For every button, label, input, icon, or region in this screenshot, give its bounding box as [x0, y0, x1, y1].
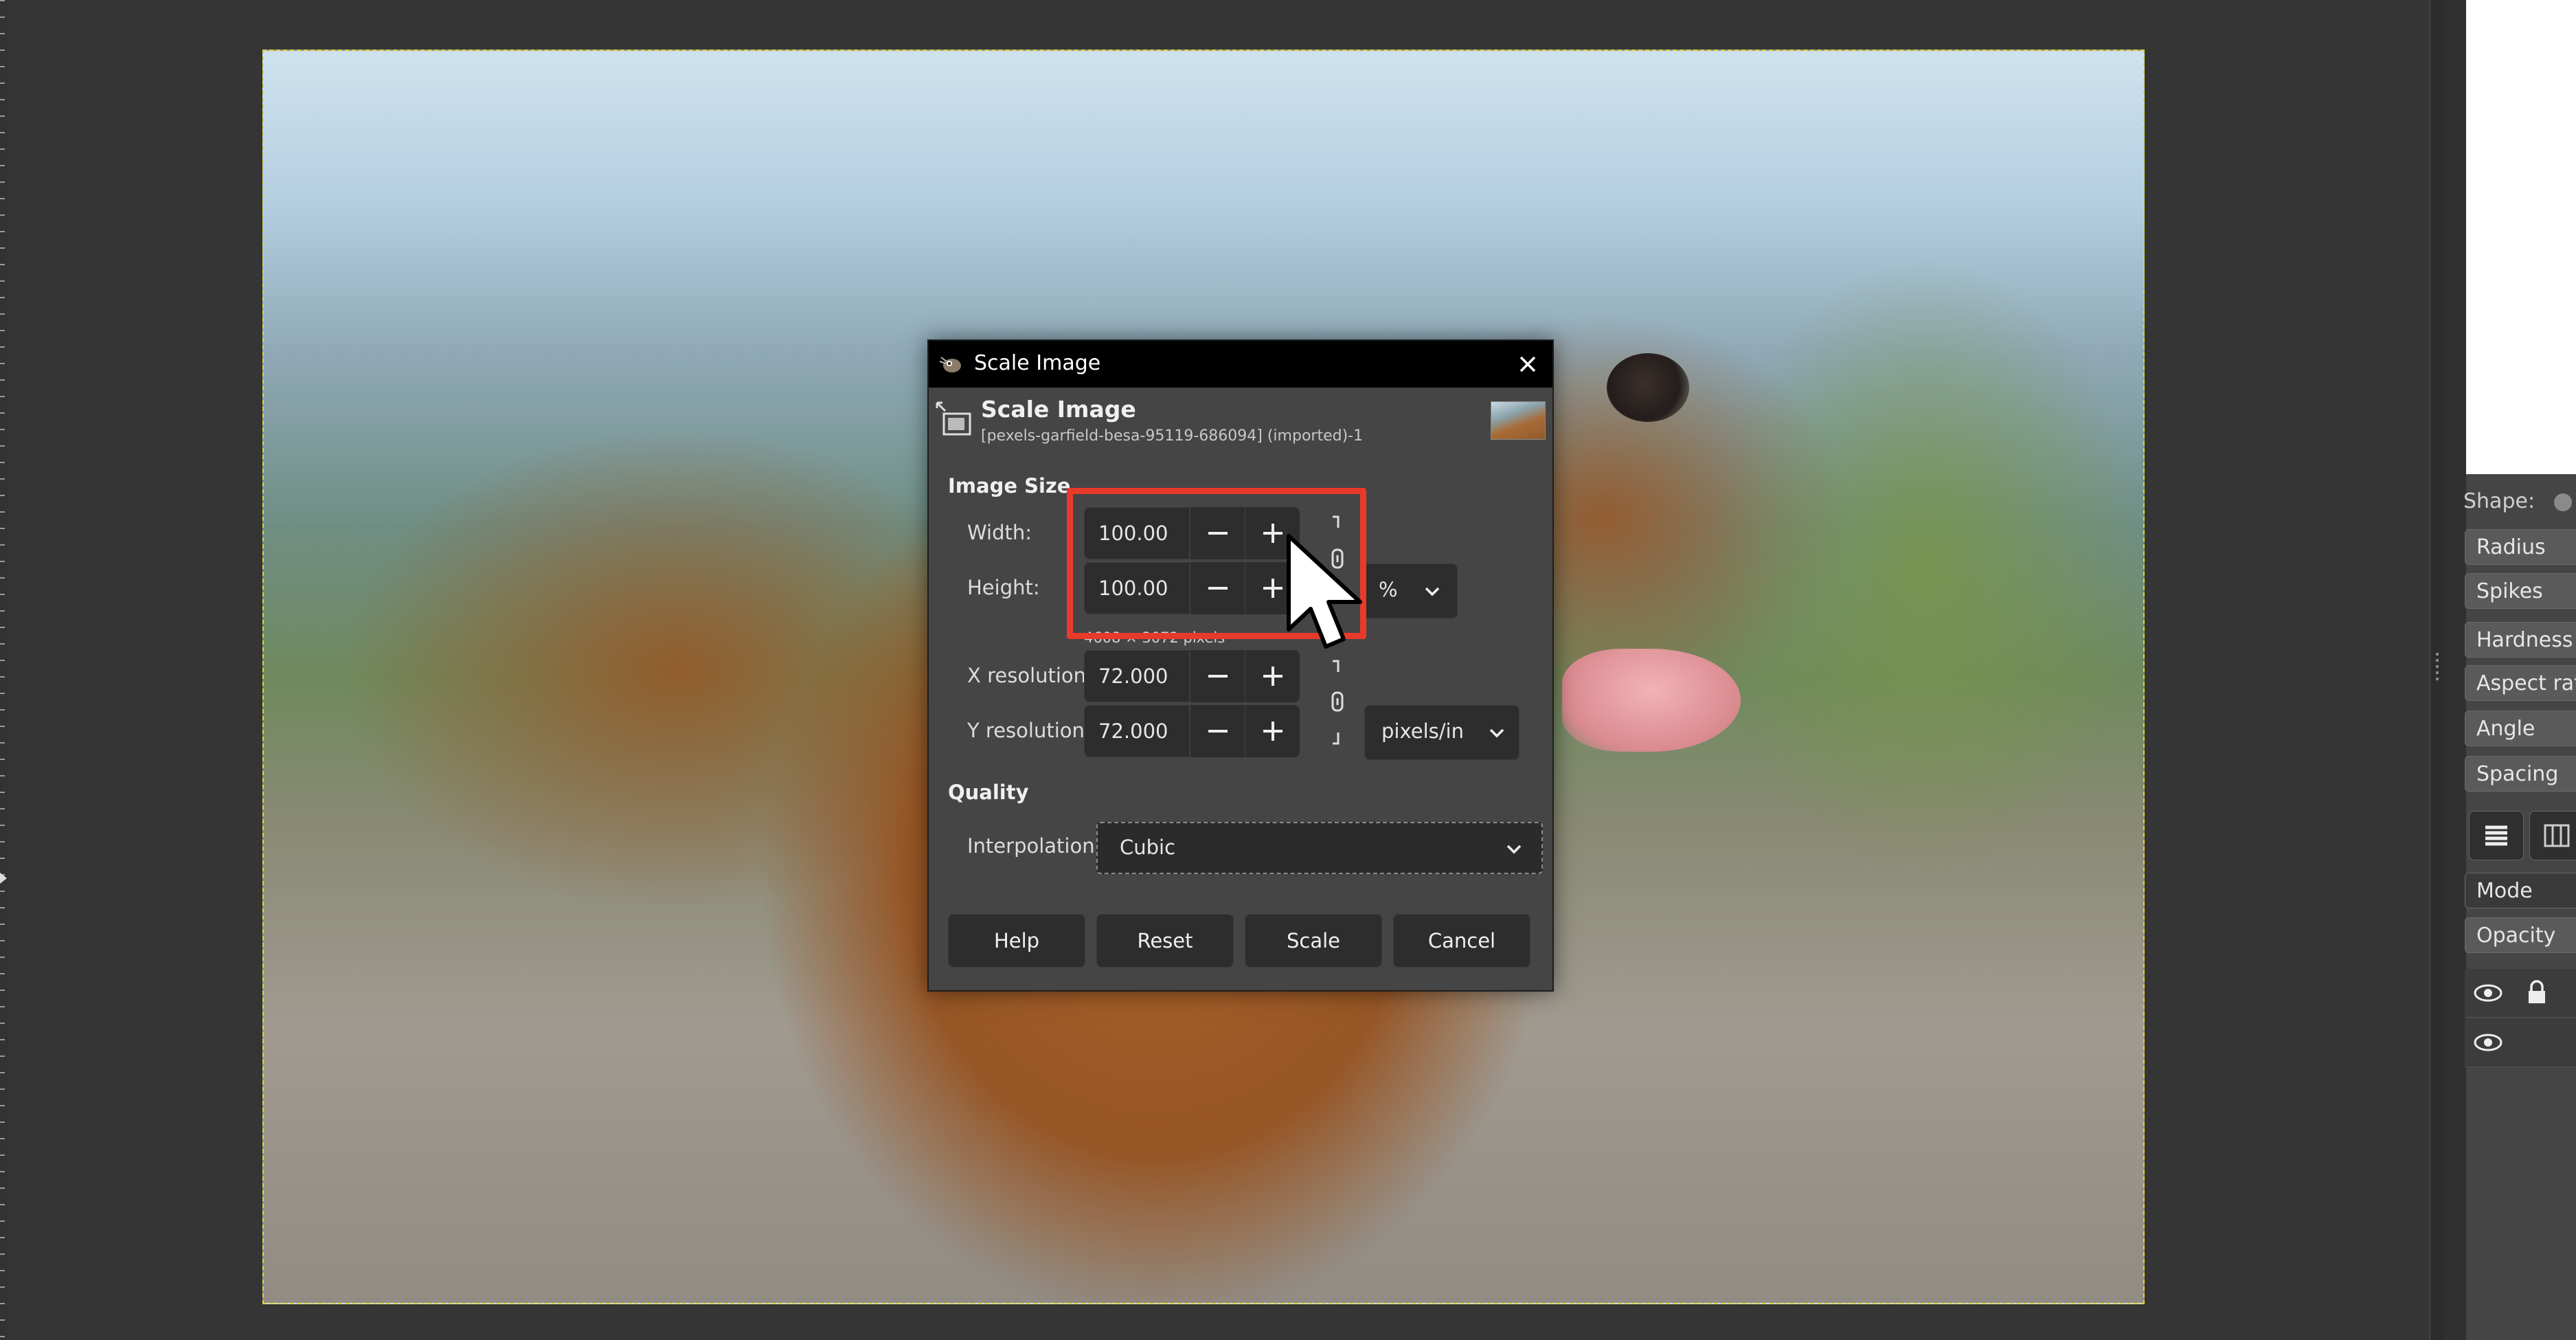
image-size-heading: Image Size: [948, 474, 1071, 498]
interpolation-value: Cubic: [1120, 836, 1176, 859]
x-resolution-label: X resolution:: [967, 664, 1093, 687]
chevron-down-icon: [1489, 728, 1504, 738]
interpolation-label: Interpolation:: [967, 834, 1102, 858]
resolution-unit-dropdown[interactable]: pixels/in: [1364, 705, 1519, 760]
minus-icon: [1208, 730, 1228, 733]
eye-icon[interactable]: [2473, 1032, 2503, 1053]
chain-resolution-icon[interactable]: [1327, 658, 1348, 748]
scale-button[interactable]: Scale: [1245, 914, 1382, 968]
eye-icon[interactable]: [2473, 983, 2503, 1003]
option-angle[interactable]: Angle: [2465, 711, 2576, 746]
layer-row[interactable]: [2465, 1018, 2576, 1067]
lock-icon[interactable]: [2525, 979, 2549, 1006]
scale-image-dialog: Scale Image Scale Image [pexels-garfield…: [927, 339, 1554, 992]
image-thumbnail: [1491, 401, 1546, 440]
y-resolution-value: 72.000: [1098, 719, 1168, 743]
chevron-down-icon: [1425, 587, 1440, 596]
brush-preview: [2466, 0, 2576, 474]
layer-opacity-label: Opacity: [2476, 924, 2556, 948]
shape-label-text: Shape:: [2463, 489, 2535, 513]
divider-grip[interactable]: [2436, 653, 2439, 680]
layer-mode[interactable]: Mode: [2465, 873, 2576, 908]
dialog-header-subtitle: [pexels-garfield-besa-95119-686094] (imp…: [981, 427, 1364, 445]
y-resolution-decrease-button[interactable]: [1190, 705, 1245, 757]
option-aspect-ratio-label: Aspect ratio: [2476, 671, 2576, 695]
y-resolution-increase-button[interactable]: [1245, 705, 1300, 757]
channels-icon: [2544, 824, 2570, 847]
quality-heading: Quality: [948, 781, 1029, 804]
close-icon[interactable]: [1514, 350, 1541, 378]
x-resolution-value: 72.000: [1098, 665, 1168, 688]
option-spikes[interactable]: Spikes: [2465, 573, 2576, 609]
layers-tab[interactable]: [2469, 811, 2524, 860]
panel-divider[interactable]: [2430, 0, 2445, 1340]
help-button[interactable]: Help: [948, 914, 1085, 968]
option-radius-label: Radius: [2476, 535, 2546, 559]
dialog-window-title: Scale Image: [974, 351, 1101, 375]
option-spikes-label: Spikes: [2476, 579, 2543, 603]
option-spacing[interactable]: Spacing: [2465, 756, 2576, 792]
dialog-header-title: Scale Image: [981, 396, 1136, 423]
ruler-marker: [0, 873, 7, 884]
minus-icon: [1208, 675, 1228, 678]
size-unit-dropdown[interactable]: %: [1362, 563, 1458, 618]
scale-image-icon: [936, 401, 971, 436]
x-resolution-increase-button[interactable]: [1245, 650, 1300, 702]
option-radius[interactable]: Radius: [2465, 529, 2576, 565]
mouse-cursor-icon: [1287, 534, 1362, 649]
width-label: Width:: [967, 521, 1032, 544]
layer-opacity[interactable]: Opacity: [2465, 917, 2576, 953]
layer-mode-label: Mode: [2476, 879, 2533, 903]
interpolation-dropdown[interactable]: Cubic: [1096, 822, 1543, 874]
photo-dog-nose: [1607, 353, 1689, 422]
layer-row[interactable]: [2465, 969, 2576, 1018]
reset-button[interactable]: Reset: [1096, 914, 1234, 968]
x-resolution-decrease-button[interactable]: [1190, 650, 1245, 702]
channels-tab[interactable]: [2529, 811, 2576, 860]
plus-icon: [1263, 667, 1283, 686]
shape-circle-icon[interactable]: [2553, 493, 2572, 511]
size-unit-value: %: [1379, 578, 1398, 601]
chevron-down-icon: [1506, 845, 1522, 854]
y-resolution-input[interactable]: 72.000: [1084, 705, 1190, 757]
dock-gap: [2444, 0, 2466, 1340]
layers-icon: [2485, 825, 2507, 846]
x-resolution-input[interactable]: 72.000: [1084, 650, 1190, 702]
y-resolution-label: Y resolution:: [967, 719, 1092, 742]
height-label: Height:: [967, 576, 1040, 599]
photo-dog-tongue: [1562, 649, 1741, 752]
resolution-unit-value: pixels/in: [1381, 719, 1464, 743]
option-hardness-label: Hardness: [2476, 628, 2573, 652]
vertical-ruler: [0, 0, 8, 1340]
option-hardness[interactable]: Hardness: [2465, 622, 2576, 658]
photo-foliage: [1706, 257, 2143, 875]
cancel-button[interactable]: Cancel: [1393, 914, 1530, 968]
option-aspect-ratio[interactable]: Aspect ratio: [2465, 665, 2576, 701]
shape-label: Shape:: [2463, 489, 2572, 513]
option-spacing-label: Spacing: [2476, 762, 2559, 786]
gimp-icon: [939, 357, 961, 372]
plus-icon: [1263, 722, 1283, 741]
dialog-titlebar[interactable]: Scale Image: [929, 341, 1552, 388]
option-angle-label: Angle: [2476, 717, 2535, 741]
